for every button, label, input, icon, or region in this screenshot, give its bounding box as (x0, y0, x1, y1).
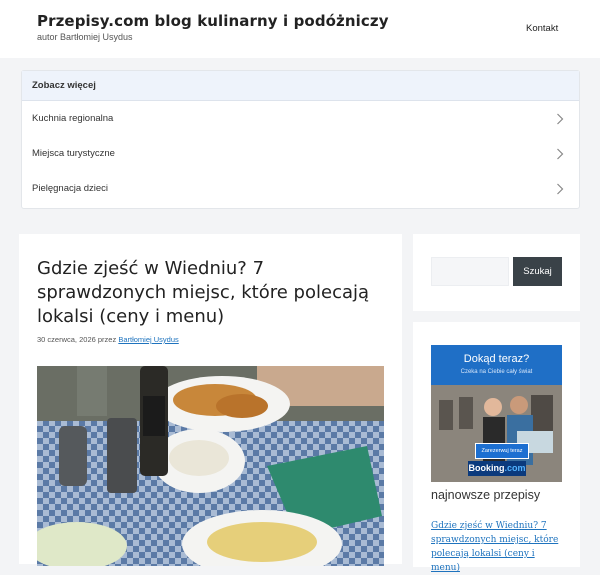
site-title[interactable]: Przepisy.com blog kulinarny i podóżniczy (37, 12, 389, 30)
see-more-item-pielegnacja[interactable]: Pielęgnacja dzieci (22, 171, 579, 206)
booking-ad-banner[interactable]: Dokąd teraz? Czeka na Ciebie cały świat … (431, 345, 562, 482)
see-more-item-kuchnia[interactable]: Kuchnia regionalna (22, 101, 579, 136)
see-more-box: Zobacz więcej Kuchnia regionalna Miejsca… (21, 70, 580, 209)
sidebar-widget: Dokąd teraz? Czeka na Ciebie cały świat … (413, 322, 580, 573)
chevron-right-icon (554, 183, 566, 195)
article-title[interactable]: Gdzie zjeść w Wiedniu? 7 sprawdzonych mi… (37, 257, 382, 329)
see-more-item-miejsca[interactable]: Miejsca turystyczne (22, 136, 579, 171)
article-meta: 30 czerwca, 2026 przez Bartłomiej Usydus (37, 335, 179, 344)
article-by-label: przez (97, 335, 117, 344)
latest-recipes-heading: najnowsze przepisy (431, 488, 541, 502)
search-input[interactable] (431, 257, 509, 286)
latest-recipe-link[interactable]: Gdzie zjeść w Wiedniu? 7 sprawdzonych mi… (431, 519, 566, 575)
ad-book-button[interactable]: Zarezerwuj teraz (475, 443, 529, 459)
booking-logo: Booking.com (468, 461, 526, 476)
booking-logo-main: Booking (468, 463, 505, 473)
booking-logo-suffix: .com (504, 463, 526, 473)
article-card: Gdzie zjeść w Wiedniu? 7 sprawdzonych mi… (19, 234, 402, 566)
food-photo-icon (37, 366, 384, 566)
see-more-item-label: Kuchnia regionalna (32, 113, 114, 124)
sidebar-search-widget: Szukaj (413, 234, 580, 311)
ad-header (431, 345, 562, 385)
chevron-right-icon (554, 113, 566, 125)
site-header: Przepisy.com blog kulinarny i podóżniczy… (0, 0, 600, 58)
article-image[interactable] (37, 366, 384, 566)
site-description: autor Bartłomiej Usydus (37, 32, 133, 42)
see-more-item-label: Miejsca turystyczne (32, 148, 115, 159)
see-more-heading: Zobacz więcej (22, 71, 579, 101)
article-author-link[interactable]: Bartłomiej Usydus (118, 335, 178, 344)
see-more-item-label: Pielęgnacja dzieci (32, 183, 109, 194)
ad-headline: Dokąd teraz? (463, 353, 530, 365)
nav-item-kontakt[interactable]: Kontakt (526, 23, 558, 34)
search-button[interactable]: Szukaj (513, 257, 562, 286)
article-date: 30 czerwca, 2026 (37, 335, 96, 344)
ad-subline: Czeka na Ciebie cały świat (460, 369, 533, 375)
chevron-right-icon (554, 148, 566, 160)
